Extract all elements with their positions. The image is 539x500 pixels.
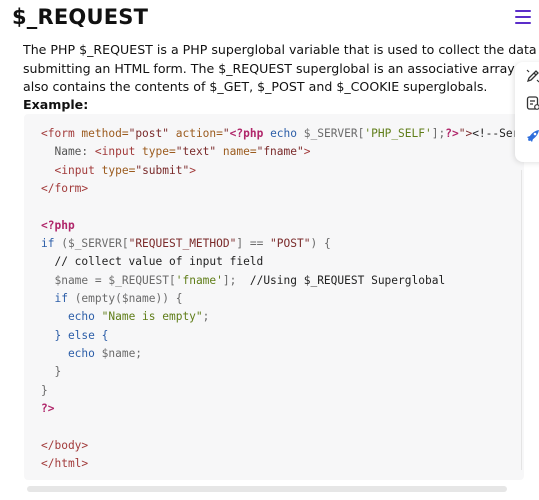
code-line-6: <?php [41, 218, 75, 232]
description-line: The PHP $_REQUEST is a PHP superglobal v… [23, 42, 539, 57]
code-line-13: echo $name; [41, 347, 143, 361]
code-line-9: $name = $_REQUEST['fname']; //Using $_RE… [41, 273, 446, 287]
code-line-19: </html> [41, 457, 89, 471]
page-title: $_REQUEST [12, 5, 149, 29]
code-line-14: } [41, 365, 62, 379]
code-line-3: <input type="submit"> [54, 163, 196, 177]
description-paragraph: The PHP $_REQUEST is a PHP superglobal v… [23, 41, 539, 97]
code-vertical-scrollbar[interactable] [521, 170, 528, 470]
code-block[interactable]: <form method="post" action="<?php echo $… [24, 114, 524, 480]
code-line-11: echo "Name is empty"; [41, 310, 210, 324]
side-toolbar [515, 62, 539, 162]
hamburger-menu-icon[interactable] [515, 10, 531, 24]
rocket-icon[interactable] [523, 126, 539, 146]
code-line-4: </form> [41, 182, 89, 196]
code-line-7: if ($_SERVER["REQUEST_METHOD"] == "POST"… [41, 237, 331, 251]
code-line-16: ?> [41, 402, 55, 416]
description-line: also contains the contents of $_GET, $_P… [23, 79, 488, 94]
code-line-1: <form method="post" action="<?php echo $… [41, 127, 524, 140]
description-line: submitting an HTML form. The $_REQUEST s… [23, 60, 539, 76]
example-label: Example: [23, 97, 89, 112]
code-line-18: </body> [41, 438, 89, 452]
code-line-10: if (empty($name)) { [41, 292, 183, 306]
code-line-12: } else { [41, 328, 109, 342]
code-line-8: // collect value of input field [41, 255, 264, 269]
horizontal-scrollbar[interactable] [27, 486, 507, 492]
pen-edit-icon[interactable] [523, 66, 539, 86]
code-text: <form method="post" action="<?php echo $… [24, 114, 524, 474]
document-settings-icon[interactable] [523, 93, 539, 113]
code-line-2: Name: <input type="text" name="fname"> [41, 145, 311, 159]
code-line-15: } [41, 383, 48, 397]
